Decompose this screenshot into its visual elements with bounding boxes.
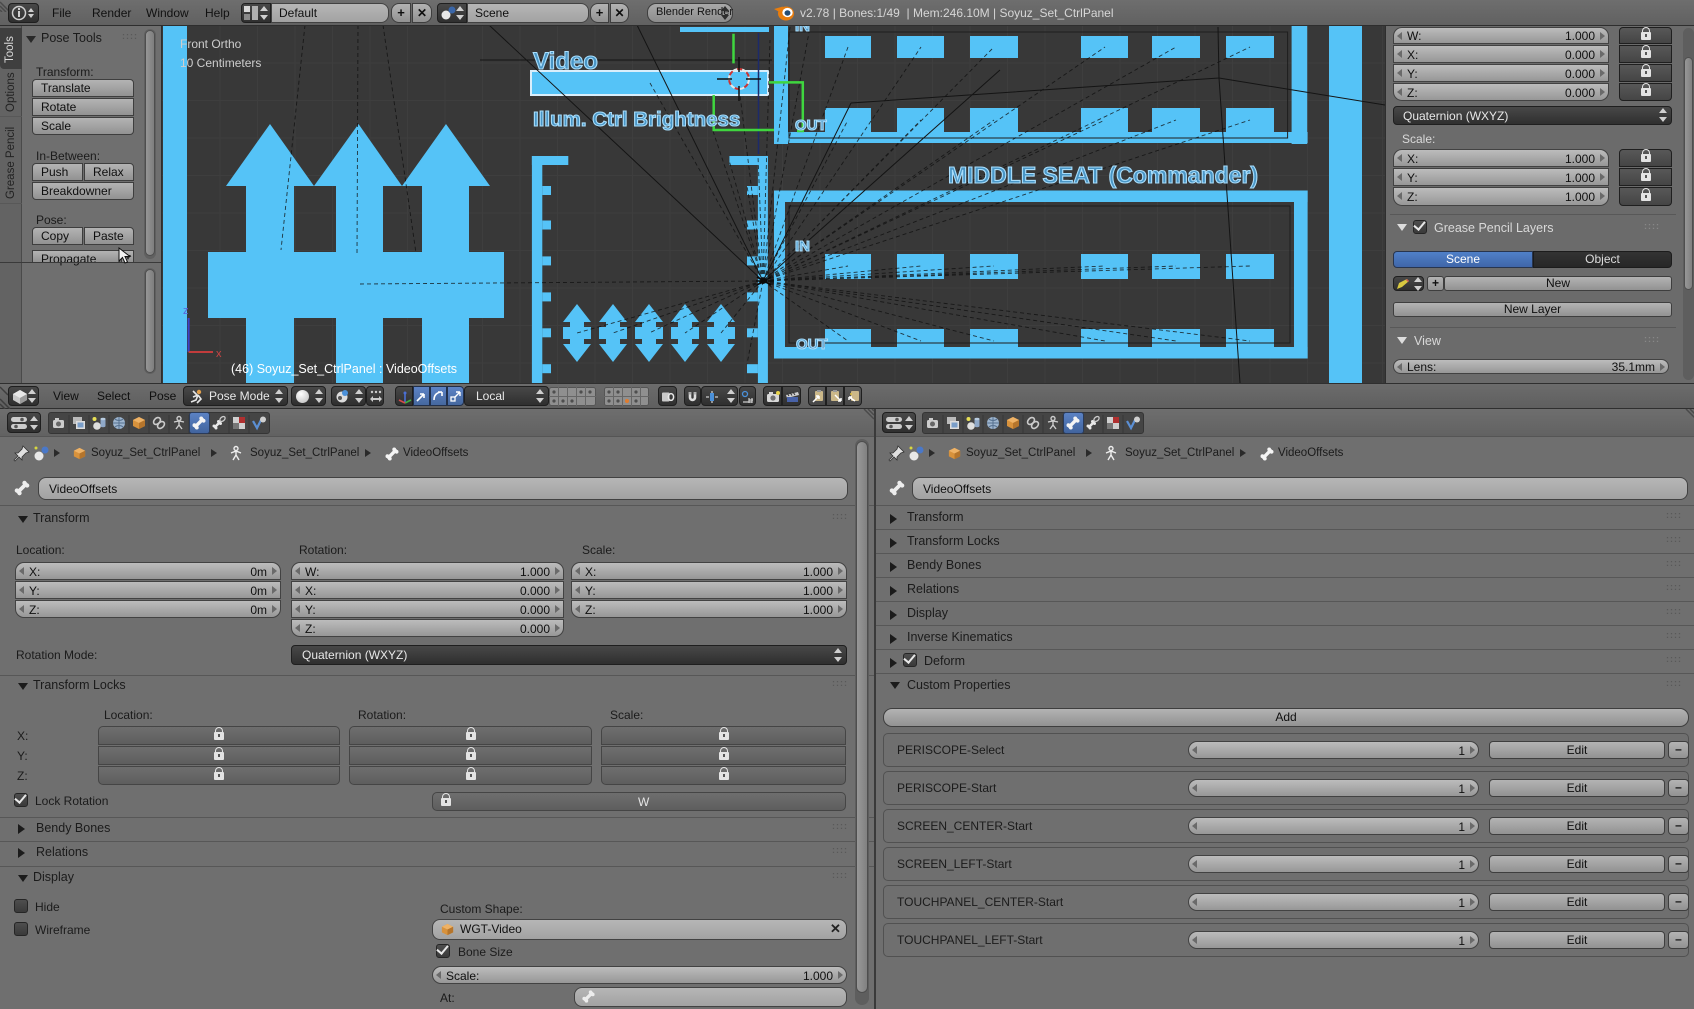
svg-text:x: x xyxy=(216,348,222,360)
svg-text:IN: IN xyxy=(795,26,810,35)
svg-text:OUT: OUT xyxy=(796,336,828,353)
svg-text:Front Ortho: Front Ortho xyxy=(180,37,242,51)
svg-text:Illum. Ctrl Brightness: Illum. Ctrl Brightness xyxy=(533,108,740,131)
svg-text:Video: Video xyxy=(533,48,598,75)
svg-text:(46) Soyuz_Set_CtrlPanel : Vid: (46) Soyuz_Set_CtrlPanel : VideoOffsets xyxy=(231,362,457,376)
svg-text:OUT: OUT xyxy=(795,117,827,134)
svg-text:IN: IN xyxy=(795,238,810,255)
svg-text:z: z xyxy=(183,305,189,317)
svg-text:MIDDLE SEAT (Commander): MIDDLE SEAT (Commander) xyxy=(948,162,1258,188)
svg-text:10 Centimeters: 10 Centimeters xyxy=(180,56,261,70)
